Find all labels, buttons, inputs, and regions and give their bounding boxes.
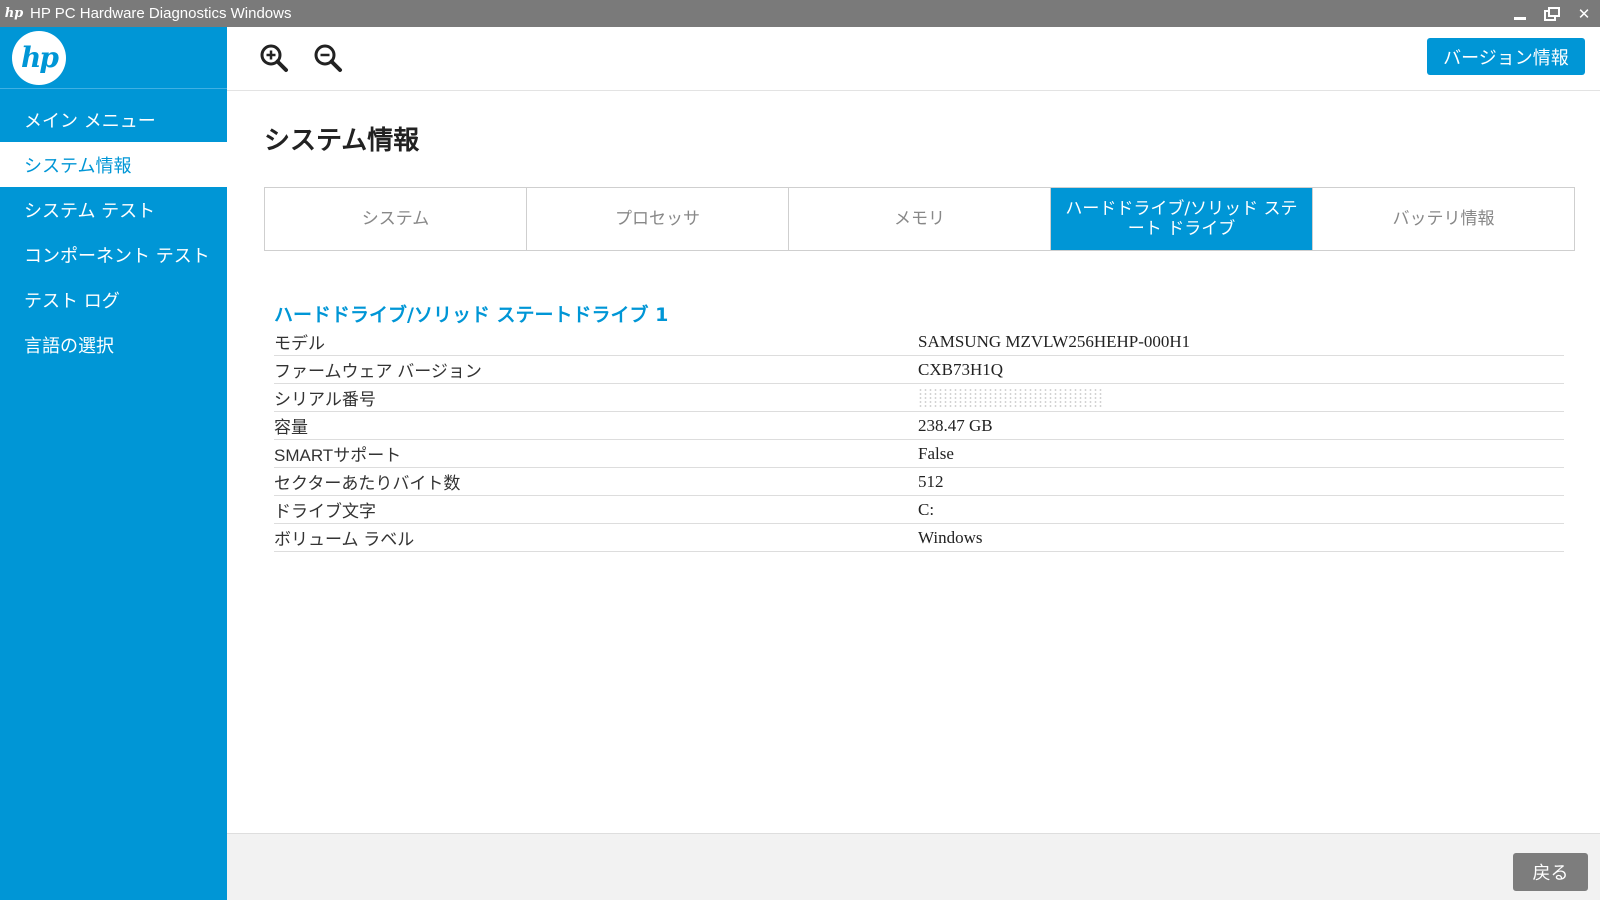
serial-number-masked bbox=[918, 387, 1104, 408]
row-value: CXB73H1Q bbox=[918, 359, 1004, 379]
page-title: システム情報 bbox=[264, 126, 420, 156]
window-controls: ✕ bbox=[1510, 0, 1594, 27]
hp-app-icon: hp bbox=[4, 6, 24, 21]
table-row: ボリューム ラベル Windows bbox=[274, 524, 1564, 552]
table-row: SMARTサポート False bbox=[274, 440, 1564, 468]
sidebar-item-system-info[interactable]: システム情報 bbox=[0, 142, 227, 187]
row-value: C: bbox=[918, 499, 935, 519]
table-row: ファームウェア バージョン CXB73H1Q bbox=[274, 356, 1564, 384]
row-value: 512 bbox=[918, 471, 944, 491]
row-value: Windows bbox=[918, 527, 983, 547]
restore-button[interactable] bbox=[1542, 4, 1562, 24]
main-content: システム情報 システム プロセッサ メモリ ハードドライブ/ソリッド ステート … bbox=[227, 92, 1600, 832]
table-row: シリアル番号 bbox=[274, 384, 1564, 412]
table-row: モデル SAMSUNG MZVLW256HEHP-000H1 bbox=[274, 328, 1564, 356]
row-value: SAMSUNG MZVLW256HEHP-000H1 bbox=[918, 331, 1191, 351]
tab-battery[interactable]: バッテリ情報 bbox=[1313, 188, 1574, 250]
version-info-button[interactable]: バージョン情報 bbox=[1427, 38, 1585, 75]
tab-memory[interactable]: メモリ bbox=[789, 188, 1051, 250]
minimize-icon bbox=[1514, 17, 1526, 20]
sidebar-item-test-log[interactable]: テスト ログ bbox=[0, 277, 227, 322]
minimize-button[interactable] bbox=[1510, 4, 1530, 24]
row-value: False bbox=[918, 443, 954, 463]
close-button[interactable]: ✕ bbox=[1574, 4, 1594, 24]
restore-icon bbox=[1544, 6, 1560, 21]
tab-bar: システム プロセッサ メモリ ハードドライブ/ソリッド ステート ドライブ バッ… bbox=[264, 187, 1575, 251]
zoom-in-icon bbox=[260, 44, 288, 72]
close-icon: ✕ bbox=[1577, 4, 1591, 23]
row-label: SMARTサポート bbox=[274, 446, 402, 465]
row-label: シリアル番号 bbox=[274, 390, 376, 409]
tab-processor[interactable]: プロセッサ bbox=[527, 188, 789, 250]
row-label: ボリューム ラベル bbox=[274, 530, 415, 549]
row-label: セクターあたりバイト数 bbox=[274, 474, 461, 493]
sidebar-item-system-test[interactable]: システム テスト bbox=[0, 187, 227, 232]
row-label: 容量 bbox=[274, 418, 308, 437]
row-value: 238.47 GB bbox=[918, 415, 993, 435]
back-button[interactable]: 戻る bbox=[1513, 853, 1588, 891]
table-row: 容量 238.47 GB bbox=[274, 412, 1564, 440]
sidebar-nav: メイン メニュー システム情報 システム テスト コンポーネント テスト テスト… bbox=[0, 97, 227, 367]
window-titlebar: hp HP PC Hardware Diagnostics Windows ✕ bbox=[0, 0, 1600, 27]
zoom-out-button[interactable] bbox=[313, 43, 343, 73]
window-title: HP PC Hardware Diagnostics Windows bbox=[30, 5, 292, 22]
zoom-in-button[interactable] bbox=[259, 43, 289, 73]
sidebar-item-language[interactable]: 言語の選択 bbox=[0, 322, 227, 367]
row-label: ドライブ文字 bbox=[274, 502, 376, 521]
row-label: モデル bbox=[274, 334, 325, 353]
zoom-out-icon bbox=[314, 44, 342, 72]
drive-info-table: モデル SAMSUNG MZVLW256HEHP-000H1 ファームウェア バ… bbox=[274, 328, 1564, 552]
tab-system[interactable]: システム bbox=[265, 188, 527, 250]
footer-bar: 戻る bbox=[227, 833, 1600, 900]
row-label: ファームウェア バージョン bbox=[274, 362, 482, 381]
drive-section-title: ハードドライブ/ソリッド ステートドライブ 1 bbox=[274, 304, 669, 326]
table-row: セクターあたりバイト数 512 bbox=[274, 468, 1564, 496]
hp-logo: hp bbox=[12, 30, 66, 85]
sidebar: hp メイン メニュー システム情報 システム テスト コンポーネント テスト … bbox=[0, 27, 227, 900]
sidebar-logo-area: hp bbox=[0, 27, 227, 89]
top-toolbar: バージョン情報 bbox=[227, 27, 1600, 91]
table-row: ドライブ文字 C: bbox=[274, 496, 1564, 524]
tab-storage[interactable]: ハードドライブ/ソリッド ステート ドライブ bbox=[1051, 188, 1313, 250]
sidebar-item-main-menu[interactable]: メイン メニュー bbox=[0, 97, 227, 142]
sidebar-item-component-test[interactable]: コンポーネント テスト bbox=[0, 232, 227, 277]
